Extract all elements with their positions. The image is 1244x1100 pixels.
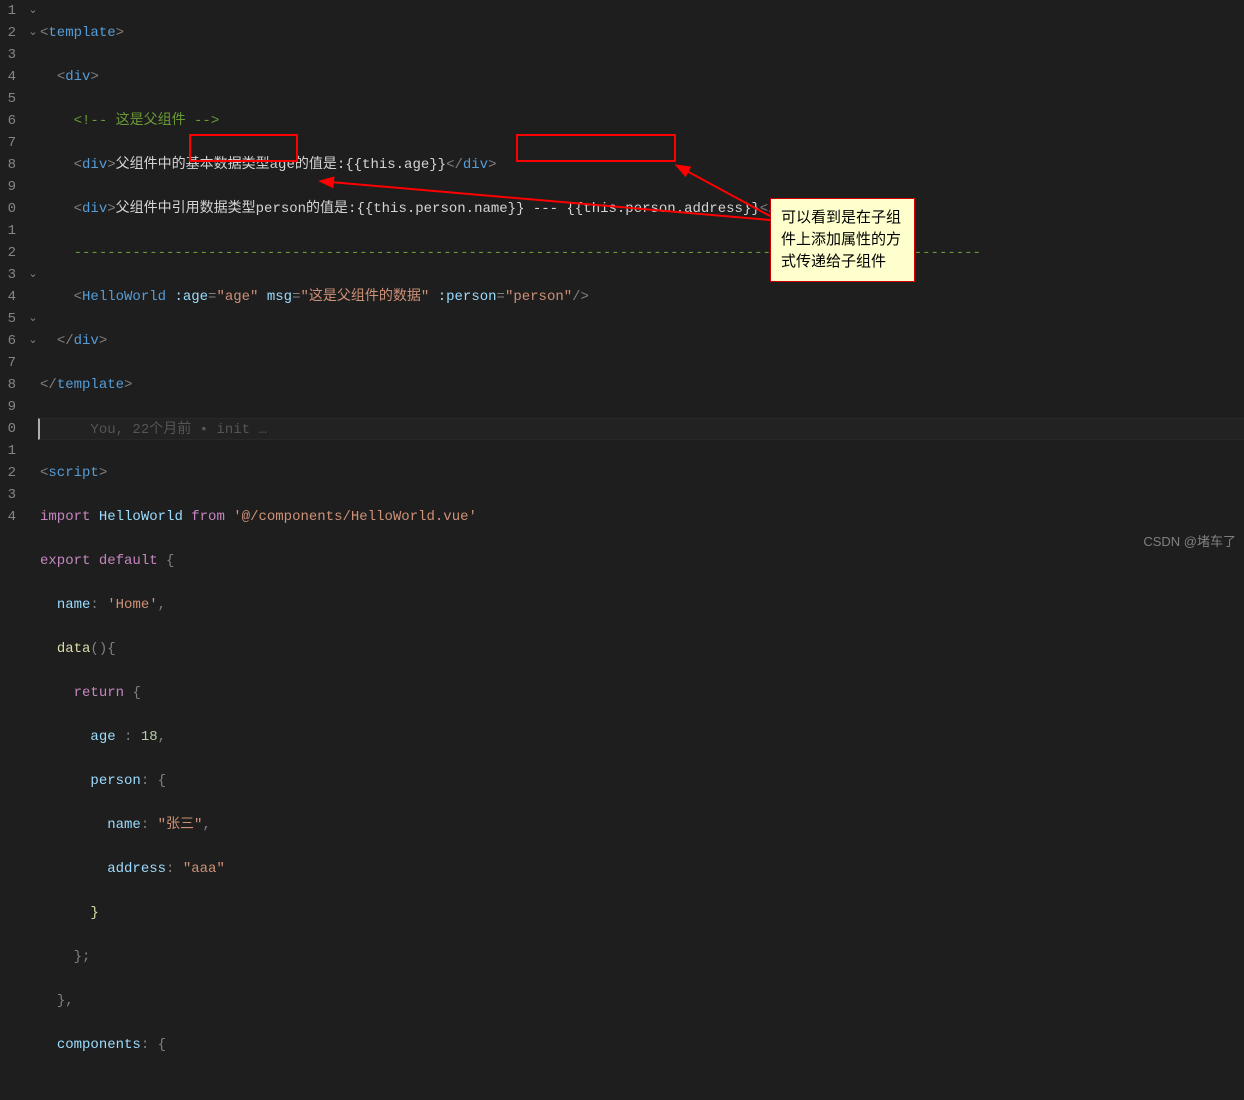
code-line[interactable]: </template> (40, 374, 1244, 396)
code-line[interactable]: }, (40, 990, 1244, 1012)
code-editor[interactable]: 1 2 3 4 5 6 7 8 9 0 1 2 3 4 5 6 7 8 9 0 … (0, 0, 1244, 557)
code-line[interactable]: age : 18, (40, 726, 1244, 748)
git-blame-annotation: You, 22个月前 • init … (90, 422, 266, 438)
code-line[interactable]: components: { (40, 1034, 1244, 1056)
code-line[interactable]: <div> (40, 66, 1244, 88)
code-line[interactable]: <script> (40, 462, 1244, 484)
code-line[interactable]: <div>父组件中引用数据类型person的值是:{{this.person.n… (40, 198, 1244, 220)
code-line[interactable]: return { (40, 682, 1244, 704)
fold-icon[interactable]: ⌄ (26, 308, 40, 330)
annotation-callout: 可以看到是在子组件上添加属性的方式传递给子组件 (770, 198, 915, 282)
code-line[interactable]: export default { (40, 550, 1244, 572)
code-line[interactable]: <HelloWorld :age="age" msg="这是父组件的数据" :p… (40, 286, 1244, 308)
code-line[interactable]: } (40, 902, 1244, 924)
fold-icon[interactable]: ⌄ (26, 330, 40, 352)
code-line[interactable]: person: { (40, 770, 1244, 792)
code-line[interactable]: ----------------------------------------… (40, 242, 1244, 264)
code-line[interactable]: }; (40, 946, 1244, 968)
code-line[interactable]: name: "张三", (40, 814, 1244, 836)
fold-icon[interactable]: ⌄ (26, 22, 40, 44)
watermark: CSDN @堵车了 (1143, 531, 1236, 553)
fold-icon[interactable]: ⌄ (26, 264, 40, 286)
code-line[interactable]: <template> (40, 22, 1244, 44)
line-number-gutter[interactable]: 1 2 3 4 5 6 7 8 9 0 1 2 3 4 5 6 7 8 9 0 … (0, 0, 26, 557)
code-line[interactable]: <!-- 这是父组件 --> (40, 110, 1244, 132)
fold-gutter[interactable]: ⌄ ⌄ ⌄ ⌄ ⌄ (26, 0, 40, 557)
code-line[interactable]: </div> (40, 330, 1244, 352)
code-content[interactable]: <template> <div> <!-- 这是父组件 --> <div>父组件… (40, 0, 1244, 557)
code-line-blame[interactable]: You, 22个月前 • init … (38, 418, 1244, 440)
fold-icon[interactable]: ⌄ (26, 0, 40, 22)
code-line[interactable]: data(){ (40, 638, 1244, 660)
code-line[interactable]: <div>父组件中的基本数据类型age的值是:{{this.age}}</div… (40, 154, 1244, 176)
code-line[interactable]: address: "aaa" (40, 858, 1244, 880)
code-line[interactable]: name: 'Home', (40, 594, 1244, 616)
code-line[interactable]: import HelloWorld from '@/components/Hel… (40, 506, 1244, 528)
